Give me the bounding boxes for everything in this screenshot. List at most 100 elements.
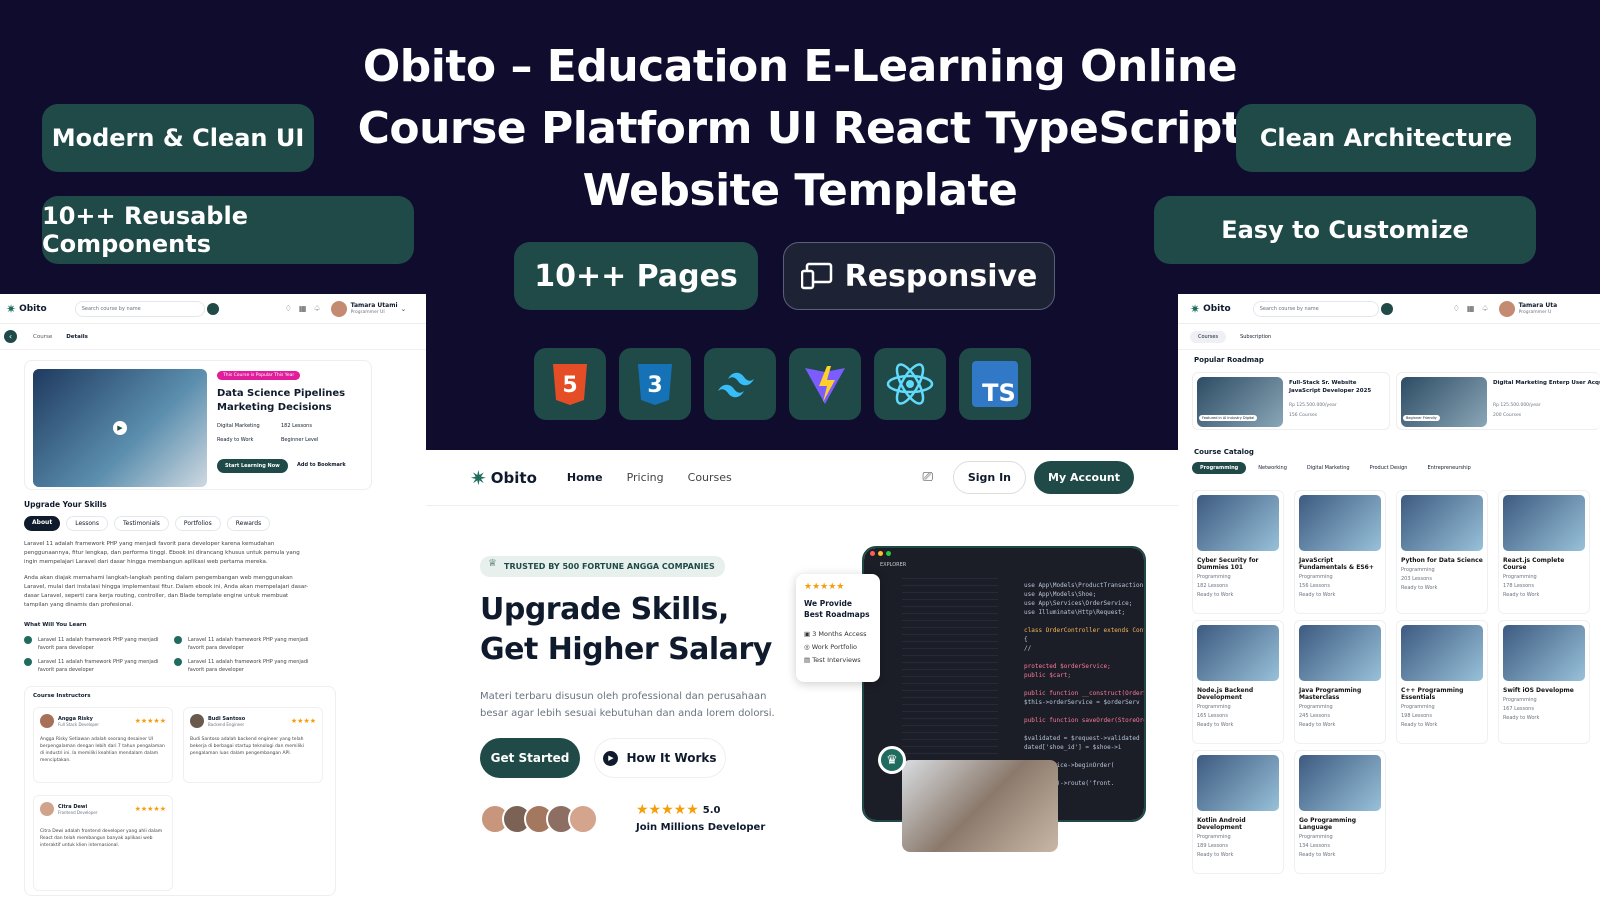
tab-about[interactable]: About (24, 516, 61, 531)
search-input[interactable]: Search course by name (74, 300, 205, 317)
nav-home[interactable]: Home (567, 471, 603, 484)
catalog-title: Course Catalog (1194, 448, 1254, 456)
filter-programming[interactable]: Programming (1192, 462, 1247, 474)
explorer-label: EXPLORER (880, 562, 907, 568)
course-ready: Ready to Work (1197, 722, 1234, 728)
avatar[interactable] (330, 300, 347, 317)
roadmap-item-text: 3 Months Access (812, 630, 867, 638)
course-card[interactable]: Python for Data Science Programming 203 Le… (1396, 490, 1488, 614)
course-image (1197, 625, 1279, 681)
headline-line-2: Get Higher Salary (480, 632, 772, 667)
instructor-bio: Angga Risky Setiawan adalah seorang desa… (40, 737, 165, 763)
code-line: $this->orderService = $orderServ (1024, 699, 1140, 706)
check-icon (24, 636, 32, 644)
course-category: Programming (1401, 567, 1435, 573)
course-card[interactable]: JavaScript Fundamentals & ES6+ Programmin… (1294, 490, 1386, 614)
user-info: Tamara Utami Programmer UI (351, 302, 398, 316)
code-lines: use App\Models\ProductTransaction; use A… (1024, 582, 1146, 789)
learn-item: Laravel 11 adalah framework PHP yang men… (174, 658, 324, 674)
notification-icon[interactable]: ♢ (285, 304, 292, 313)
grid-icon[interactable]: ▦ (299, 304, 307, 313)
instructor-card: Angga Risky Full Stack Developer ★★★★★ Ang… (33, 707, 173, 783)
tab-testimonials[interactable]: Testimonials (113, 516, 169, 531)
start-learning-button[interactable]: Start Learning Now (217, 459, 288, 473)
course-ready: Ready to Work (1299, 592, 1336, 598)
tab-rewards[interactable]: Rewards (226, 516, 271, 531)
course-card[interactable]: Go Programming Language Programming 134 Le… (1294, 750, 1386, 874)
course-ready: Ready to Work (1197, 592, 1234, 598)
course-card[interactable]: Node.js Backend Development Programming 16… (1192, 620, 1284, 744)
instructor-card: Budi Santoso Backend Engineer ★★★★ Budi Sa… (183, 707, 323, 783)
course-image (1299, 625, 1381, 681)
course-card[interactable]: Swift iOS Developme Programming 167 Lesson… (1498, 620, 1590, 744)
instructor-name: Budi Santoso (208, 715, 246, 722)
breadcrumb-course[interactable]: Course (33, 334, 52, 340)
tab-portfolios[interactable]: Portfolios (174, 516, 221, 531)
user-role: Programmer U (1518, 309, 1552, 315)
tab-subscription[interactable]: Subscription (1232, 331, 1279, 343)
check-icon (174, 636, 182, 644)
meta-lessons: 182 Lessons (281, 423, 312, 429)
instructor-bio: Budi Santoso adalah backend engineer yan… (190, 737, 304, 756)
how-it-works-button[interactable]: ▶ How It Works (594, 738, 726, 778)
code-line: public function saveOrder(StoreOrder (1024, 717, 1146, 724)
feature-pill-modern: Modern & Clean UI (42, 104, 314, 172)
tab-lessons[interactable]: Lessons (66, 516, 108, 531)
popular-badge: This Course is Popular This Year (217, 371, 301, 380)
nav-courses[interactable]: Courses (688, 471, 732, 484)
course-lessons: 134 Lessons (1299, 843, 1330, 849)
code-line: dated['shoe_id'] = $shoe->i (1024, 744, 1122, 751)
check-icon (174, 658, 182, 666)
my-account-button[interactable]: My Account (1034, 461, 1134, 494)
filter-entrepreneurship[interactable]: Entrepreneurship (1419, 462, 1478, 474)
filter-product-design[interactable]: Product Design (1362, 462, 1416, 474)
course-card[interactable]: Kotlin Android Development Programming 189… (1192, 750, 1284, 874)
cart-icon[interactable]: ⎚ (922, 470, 932, 485)
feature-label: 10++ Reusable Components (42, 202, 248, 258)
back-button[interactable]: ‹ (4, 330, 17, 343)
notification-icon[interactable]: ♢ (1453, 304, 1460, 313)
chevron-down-icon[interactable]: ⌄ (401, 305, 407, 313)
pages-label: 10++ Pages (534, 258, 738, 294)
grid-icon[interactable]: ▦ (1467, 304, 1475, 313)
svg-text:TS: TS (982, 379, 1016, 407)
search-button[interactable] (1380, 302, 1393, 315)
get-started-button[interactable]: Get Started (480, 738, 580, 778)
course-card[interactable]: Cyber Security for Dummies 101 Programmin… (1192, 490, 1284, 614)
responsive-pill: Responsive (783, 242, 1055, 310)
filter-networking[interactable]: Networking (1250, 462, 1295, 474)
search-button[interactable] (206, 302, 219, 315)
roadmap-price: Rp 125.500.000/year (1289, 403, 1337, 408)
course-card[interactable]: Java Programming Masterclass Programming 2… (1294, 620, 1386, 744)
nav-pricing[interactable]: Pricing (627, 471, 664, 484)
about-paragraph-1: Laravel 11 adalah framework PHP yang men… (24, 541, 300, 565)
play-icon[interactable]: ▶ (113, 421, 127, 435)
course-title: Swift iOS Developme (1503, 687, 1574, 694)
logo-text: Obito (1203, 303, 1231, 314)
tailwind-icon (704, 348, 776, 420)
filter-digital-marketing[interactable]: Digital Marketing (1299, 462, 1358, 474)
feature-label: Modern & Clean UI (51, 124, 305, 152)
learn-item-text: Laravel 11 adalah framework PHP yang men… (38, 659, 159, 673)
roadmap-item: ▣ 3 Months Access (804, 628, 872, 641)
search-input[interactable]: Search course by name (1252, 300, 1379, 317)
pages-pill: 10++ Pages (514, 242, 758, 310)
bookmark-button[interactable]: Add to Bookmark (297, 462, 346, 468)
bell-icon[interactable]: ♤ (1481, 304, 1488, 313)
course-hero-card: ▶ This Course is Popular This Year Data … (24, 360, 372, 490)
avatar[interactable] (1498, 300, 1515, 317)
trophy-icon: ♕ (488, 558, 497, 569)
tab-courses[interactable]: Courses (1190, 330, 1227, 343)
course-card[interactable]: React.js Complete Course Programming 178 L… (1498, 490, 1590, 614)
avatar-stack (480, 804, 598, 834)
trusted-badge: TRUSTED BY 500 FORTUNE ANGGA COMPANIES (480, 556, 725, 577)
code-line: use App\Services\OrderService; (1024, 600, 1133, 607)
avatar (190, 714, 204, 728)
course-card[interactable]: C++ Programming Essentials Programming 198… (1396, 620, 1488, 744)
feature-pill-components: 10++ Reusable Components (42, 196, 414, 264)
sign-in-button[interactable]: Sign In (952, 461, 1027, 494)
bell-icon[interactable]: ♤ (313, 304, 320, 313)
course-category: Programming (1197, 574, 1231, 580)
